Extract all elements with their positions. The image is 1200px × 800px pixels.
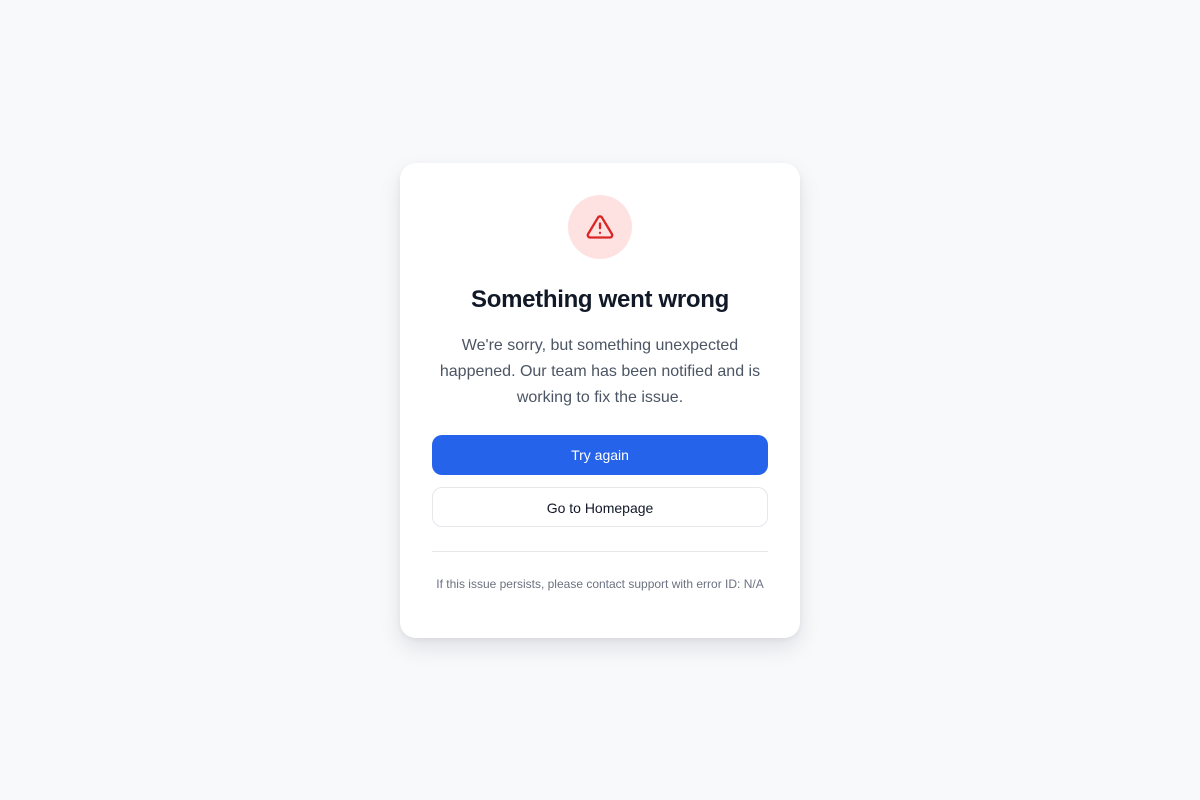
warning-triangle-icon bbox=[586, 215, 614, 239]
support-note: If this issue persists, please contact s… bbox=[436, 577, 764, 591]
error-message: We're sorry, but something unexpected ha… bbox=[439, 337, 761, 406]
try-again-button[interactable]: Try again bbox=[432, 435, 768, 475]
error-title: Something went wrong bbox=[471, 286, 729, 313]
go-to-homepage-button[interactable]: Go to Homepage bbox=[432, 487, 768, 527]
error-card: Something went wrong We're sorry, but so… bbox=[400, 163, 800, 638]
error-icon-badge bbox=[568, 195, 632, 259]
divider bbox=[432, 551, 768, 552]
